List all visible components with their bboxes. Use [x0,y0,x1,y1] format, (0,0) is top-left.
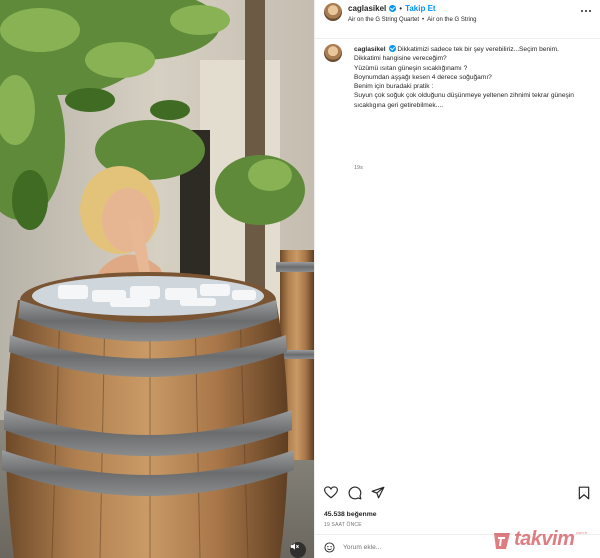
comment-icon[interactable] [348,486,362,500]
watermark-domain: com.tr [576,530,588,535]
avatar[interactable] [324,3,342,21]
post-video[interactable] [0,0,314,558]
caption-text: caglasikel Dikkatimizi sadece tek bir şe… [354,45,594,110]
video-frame-illustration [0,0,314,558]
caption-line: Benim için buradaki pratik : [354,83,434,91]
instagram-post: caglasikel • Takip Et Air on the G String … [0,0,600,558]
audio-artist-link[interactable]: Air on the G String Quartet [348,17,419,23]
header-user-row: caglasikel • Takip Et [348,4,436,13]
follow-button[interactable]: Takip Et [405,4,436,13]
post-header: caglasikel • Takip Et Air on the G String … [315,0,600,39]
caption-username[interactable]: caglasikel [354,46,386,53]
verified-badge-icon [389,5,397,12]
takvim-logo-mark-icon [494,533,510,549]
audio-info: Air on the G String Quartet • Air on the G… [348,17,477,23]
caption-avatar[interactable] [324,44,342,62]
post-date: 19 SAAT ÖNCE [324,522,362,528]
caption-line: Dikkatimi hangisine vereceğim? [354,55,447,63]
caption-line: Dikkatimizi sadece tek bir şey verebilir… [397,46,559,53]
caption-verified-badge-icon [388,45,396,52]
bookmark-icon[interactable] [578,486,590,500]
heart-icon[interactable] [324,486,338,499]
watermark-brand: takvim [514,528,575,550]
audio-mute-button[interactable] [290,542,306,558]
audio-separator-dot: • [422,17,425,23]
caption-timestamp: 19s [354,165,363,171]
caption-line: Suyun çok soğuk çok olduğunu düşünmeye y… [354,92,574,109]
separator-dot: • [399,4,403,13]
likes-count[interactable]: 45.538 beğenme [324,511,377,518]
header-username[interactable]: caglasikel [348,4,386,13]
caption-line: Yüzümü ısıtan güneşin sıcaklığınamı ? [354,64,468,72]
share-icon[interactable] [371,486,385,499]
takvim-watermark: takvim com.tr [492,527,596,553]
audio-title-link[interactable]: Air on the G String [427,17,476,23]
action-bar [315,486,600,504]
more-options-icon[interactable] [581,10,593,14]
post-details-panel: caglasikel • Takip Et Air on the G String … [314,0,600,558]
caption-line: Boynumdan aşşağı kesen 4 derece soğuğamı… [354,73,492,81]
emoji-icon[interactable] [324,542,335,553]
speaker-off-icon [290,543,299,550]
